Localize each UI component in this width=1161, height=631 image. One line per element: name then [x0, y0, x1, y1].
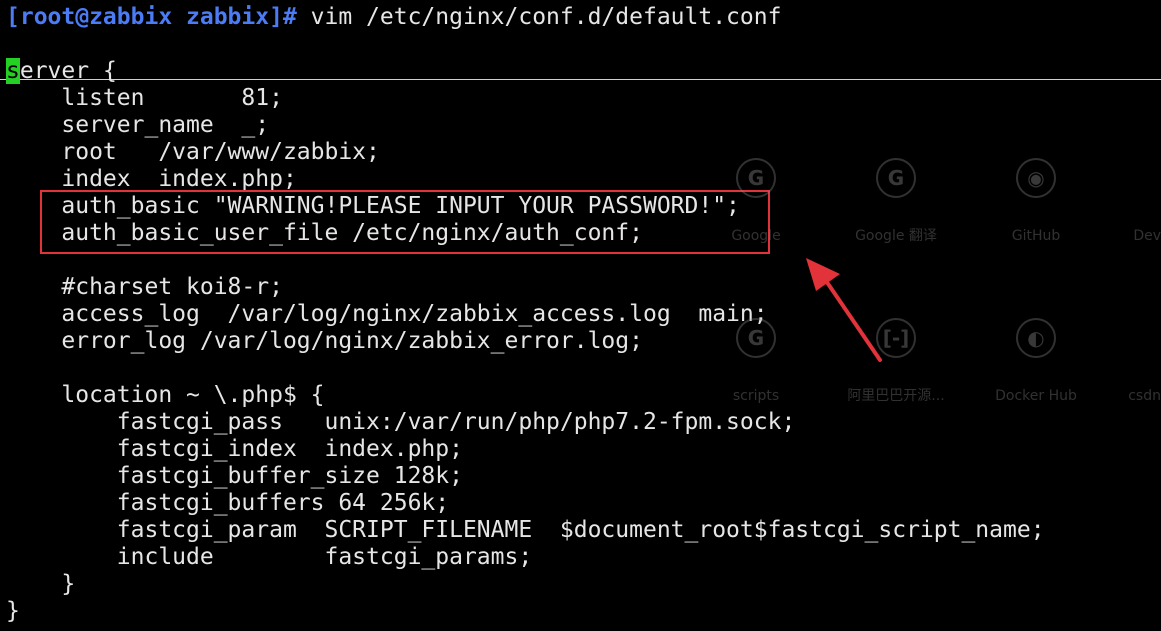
- terminal-window[interactable]: [root@zabbix zabbix]# vim /etc/nginx/con…: [0, 0, 1161, 631]
- annotation-arrow: [806, 258, 882, 362]
- arrow-head: [806, 258, 840, 291]
- arrow-shaft: [818, 270, 882, 362]
